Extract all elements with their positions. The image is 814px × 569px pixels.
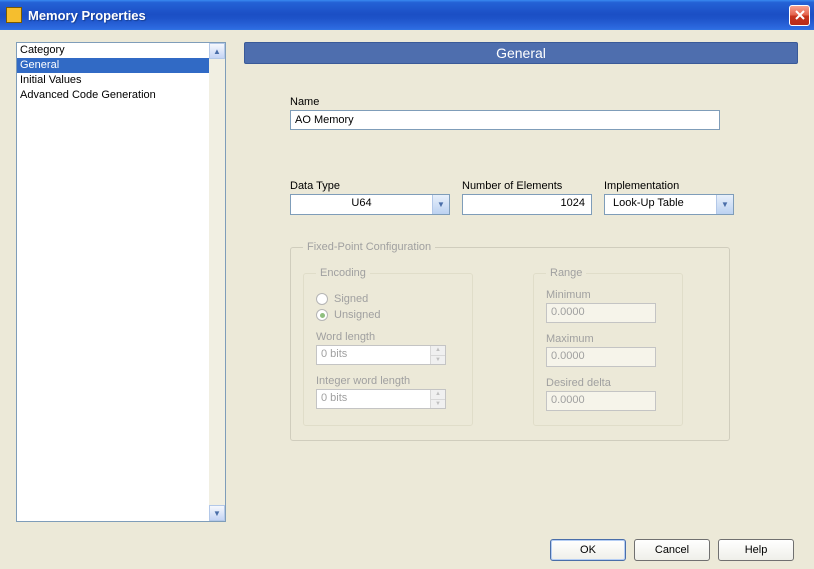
scroll-down-button[interactable]: ▼ [209,505,225,521]
right-pane: General Name Data Type U64 ▼ Number of E… [226,42,798,519]
cancel-button[interactable]: Cancel [634,539,710,561]
impl-select[interactable]: Look-Up Table ▼ [604,194,734,215]
wordlen-spinner: 0 bits ▲▼ [316,345,446,365]
name-input[interactable] [290,110,720,130]
wordlen-value: 0 bits [317,346,430,364]
radio-icon [316,293,328,305]
spinner-buttons: ▲▼ [430,390,445,408]
name-label: Name [290,96,790,108]
fixed-point-fieldset: Fixed-Point Configuration Encoding Signe… [290,241,730,441]
close-icon [795,10,805,20]
min-value: 0.0000 [546,303,656,323]
scroll-up-button[interactable]: ▲ [209,43,225,59]
config-row: Data Type U64 ▼ Number of Elements 1024 … [290,180,790,215]
category-item-general[interactable]: General [17,58,209,73]
max-label: Maximum [546,333,670,345]
footer: OK Cancel Help [0,531,814,569]
intlen-spinner: 0 bits ▲▼ [316,389,446,409]
category-list: Category General Initial Values Advanced… [16,42,226,522]
category-header: Category [17,43,209,58]
intlen-label: Integer word length [316,375,460,387]
impl-label: Implementation [604,180,734,192]
min-label: Minimum [546,289,670,301]
nelem-group: Number of Elements 1024 [462,180,592,215]
encoding-fieldset: Encoding Signed Unsigned Word length 0 b… [303,267,473,426]
help-button[interactable]: Help [718,539,794,561]
delta-label: Desired delta [546,377,670,389]
range-legend: Range [546,267,586,279]
impl-value: Look-Up Table [605,195,716,214]
title-bar: Memory Properties [0,0,814,30]
wordlen-label: Word length [316,331,460,343]
fixed-point-inner: Encoding Signed Unsigned Word length 0 b… [303,267,717,426]
section-header: General [244,42,798,64]
signed-label: Signed [334,293,368,305]
form-area: Name Data Type U64 ▼ Number of Elements … [244,64,798,441]
spinner-buttons: ▲▼ [430,346,445,364]
datatype-value: U64 [291,195,432,214]
unsigned-radio: Unsigned [316,309,460,321]
category-list-inner: Category General Initial Values Advanced… [17,43,209,521]
window-title: Memory Properties [28,8,789,23]
impl-group: Implementation Look-Up Table ▼ [604,180,734,215]
max-value: 0.0000 [546,347,656,367]
window-body: Category General Initial Values Advanced… [0,30,814,531]
window-icon [6,7,22,23]
nelem-label: Number of Elements [462,180,592,192]
unsigned-label: Unsigned [334,309,380,321]
close-button[interactable] [789,5,810,26]
ok-button[interactable]: OK [550,539,626,561]
encoding-legend: Encoding [316,267,370,279]
chevron-down-icon[interactable]: ▼ [432,195,449,214]
datatype-group: Data Type U64 ▼ [290,180,450,215]
signed-radio: Signed [316,293,460,305]
chevron-down-icon[interactable]: ▼ [716,195,733,214]
scroll-track[interactable] [209,59,225,505]
intlen-value: 0 bits [317,390,430,408]
category-item-advanced-code-generation[interactable]: Advanced Code Generation [17,88,209,103]
range-fieldset: Range Minimum 0.0000 Maximum 0.0000 Desi… [533,267,683,426]
nelem-input[interactable]: 1024 [462,194,592,215]
category-item-initial-values[interactable]: Initial Values [17,73,209,88]
datatype-select[interactable]: U64 ▼ [290,194,450,215]
category-scrollbar[interactable]: ▲ ▼ [209,43,225,521]
delta-value: 0.0000 [546,391,656,411]
datatype-label: Data Type [290,180,450,192]
radio-icon [316,309,328,321]
fixed-point-legend: Fixed-Point Configuration [303,241,435,253]
